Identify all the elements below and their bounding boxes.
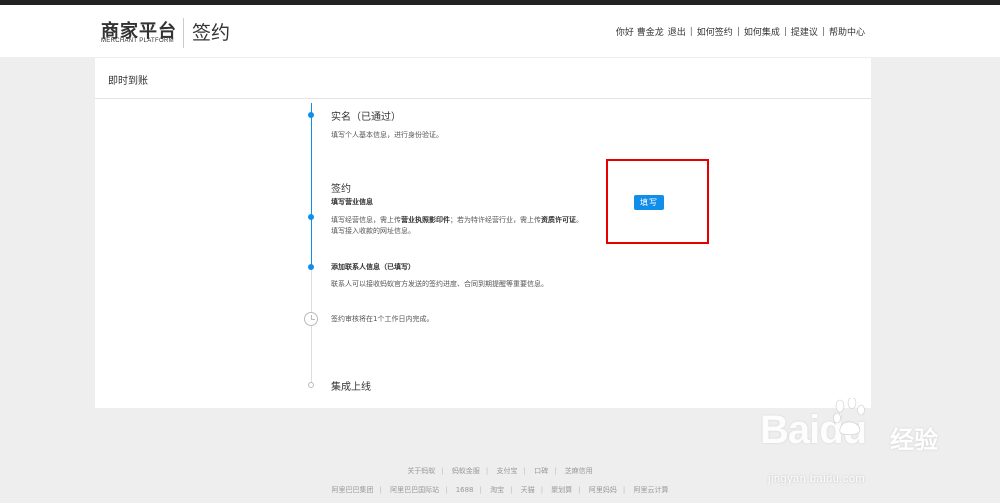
watermark-url: jingyan.baidu.com bbox=[768, 473, 866, 485]
footer-link[interactable]: 聚划算 bbox=[551, 486, 572, 494]
review-description: 签约审核将在1个工作日内完成。 bbox=[331, 315, 434, 323]
nav-separator: | bbox=[736, 26, 740, 37]
panel-title: 即时到账 bbox=[108, 76, 148, 87]
nav-separator: | bbox=[821, 26, 825, 37]
logout-link[interactable]: 退出 bbox=[668, 25, 686, 38]
footer-link[interactable]: 关于蚂蚁 bbox=[407, 467, 435, 475]
nav-link-suggestion[interactable]: 提建议 bbox=[791, 25, 818, 38]
step-title-realname: 实名（已通过） bbox=[331, 112, 401, 123]
highlight-box bbox=[606, 159, 709, 244]
nav-separator: | bbox=[689, 26, 693, 37]
watermark-product: 经验 bbox=[890, 426, 938, 454]
main-panel: 即时到账 bbox=[95, 58, 871, 408]
step-dot-active bbox=[308, 214, 314, 220]
step-dot-done bbox=[308, 112, 314, 118]
logo-divider bbox=[183, 18, 184, 48]
timeline-line-done bbox=[311, 103, 312, 267]
footer-link[interactable]: 口碑 bbox=[534, 467, 548, 475]
substep-description: 填写经营信息，需上传营业执照影印件；若为特许经营行业，需上传资质许可证。 bbox=[331, 216, 583, 224]
footer-link[interactable]: 淘宝 bbox=[490, 486, 504, 494]
page-name: 签约 bbox=[192, 22, 231, 44]
header: 商家平台 MERCHANT PLATFORM 签约 你好 曹金龙 退出 | 如何… bbox=[0, 5, 1000, 57]
panel-header: 即时到账 bbox=[95, 58, 871, 99]
footer-link[interactable]: 支付宝 bbox=[497, 467, 518, 475]
substep-description-line2: 填写接入收款的网址信息。 bbox=[331, 227, 415, 235]
nav-link-help-center[interactable]: 帮助中心 bbox=[829, 25, 865, 38]
footer-link[interactable]: 阿里巴巴国际站 bbox=[390, 486, 439, 494]
nav-separator: | bbox=[783, 26, 787, 37]
footer-link[interactable]: 芝麻信用 bbox=[565, 467, 593, 475]
step-description: 填写个人基本信息，进行身份验证。 bbox=[331, 131, 443, 139]
paw-icon bbox=[833, 398, 865, 436]
footer-link[interactable]: 1688 bbox=[456, 486, 474, 494]
footer-link[interactable]: 阿里云计算 bbox=[633, 486, 668, 494]
footer-link[interactable]: 阿里妈妈 bbox=[589, 486, 617, 494]
footer-link[interactable]: 蚂蚁金服 bbox=[452, 467, 480, 475]
greeting: 你好 曹金龙 bbox=[615, 28, 664, 38]
substep-description: 联系人可以接收蚂蚁官方发送的签约进度、合同到期提醒等重要信息。 bbox=[331, 280, 548, 288]
logo-subtitle: MERCHANT PLATFORM bbox=[101, 38, 174, 44]
step-title-go-live: 集成上线 bbox=[331, 382, 371, 393]
nav-link-how-to-sign[interactable]: 如何签约 bbox=[697, 25, 733, 38]
header-nav: 你好 曹金龙 退出 | 如何签约 | 如何集成 | 提建议 | 帮助中心 bbox=[614, 25, 867, 39]
footer-link[interactable]: 阿里巴巴集团 bbox=[332, 486, 374, 494]
timeline-line-pending bbox=[311, 267, 312, 385]
step-dot-done bbox=[308, 264, 314, 270]
step-dot-todo bbox=[308, 382, 314, 388]
clock-icon bbox=[304, 312, 318, 326]
footer-link[interactable]: 天猫 bbox=[521, 486, 535, 494]
step-title-sign: 签约 bbox=[331, 184, 351, 195]
baidu-watermark: Baidu 经验 jingyan.baidu.com bbox=[760, 398, 970, 488]
substep-title-business-info: 填写营业信息 bbox=[331, 198, 373, 206]
nav-link-how-to-integrate[interactable]: 如何集成 bbox=[744, 25, 780, 38]
substep-title-contact: 添加联系人信息（已填写） bbox=[331, 263, 415, 271]
